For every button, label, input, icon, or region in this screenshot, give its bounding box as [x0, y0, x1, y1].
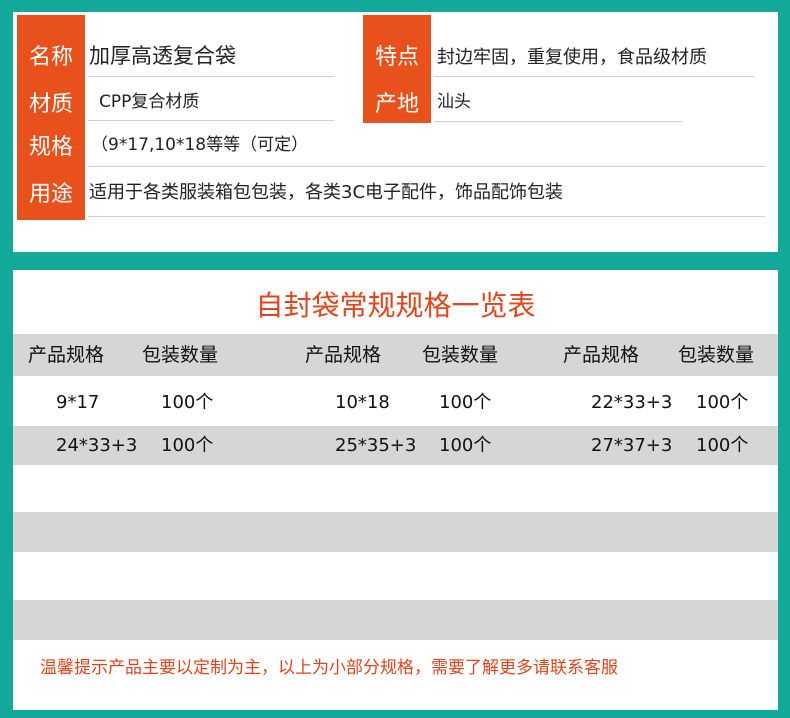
feature-rule: [434, 76, 754, 77]
origin-label: 产地: [375, 92, 420, 117]
usage-value: 适用于各类服装箱包包装，各类3C电子配件，饰品配饰包装: [89, 182, 564, 203]
empty-row: [13, 465, 778, 512]
usage-label: 用途: [29, 182, 74, 207]
material-rule: [88, 120, 334, 121]
row1-qty-3: 100个: [696, 392, 749, 413]
header-qty-2: 包装数量: [422, 344, 499, 366]
header-qty-1: 包装数量: [142, 344, 219, 366]
spec-table-panel: 自封袋常规规格一览表 产品规格 包装数量 产品规格 包装数量 产品规格 包装数量…: [13, 270, 778, 710]
spec-value: （9*17,10*18等等（可定）: [91, 135, 309, 155]
spec-rule: [88, 166, 765, 167]
product-info-panel: 名称 材质 规格 用途 加厚高透复合袋 CPP复合材质 （9*17,10*18等…: [13, 12, 778, 252]
row2-qty-2: 100个: [439, 435, 492, 456]
feature-value: 封边牢固，重复使用，食品级材质: [437, 47, 707, 68]
spec-label: 规格: [29, 135, 74, 160]
table-row: 9*17 100个 10*18 100个 22*33+3 100个: [13, 376, 778, 426]
name-rule: [88, 76, 334, 77]
feature-label: 特点: [375, 45, 420, 70]
row1-qty-2: 100个: [439, 392, 492, 413]
table-title: 自封袋常规规格一览表: [255, 289, 536, 322]
name-label: 名称: [29, 45, 74, 70]
header-qty-3: 包装数量: [678, 344, 755, 366]
row1-qty-1: 100个: [161, 392, 214, 413]
origin-value: 汕头: [437, 92, 471, 112]
usage-rule: [88, 216, 765, 217]
row1-spec-2: 10*18: [335, 392, 390, 413]
material-value: CPP复合材质: [99, 92, 200, 112]
empty-row: [13, 552, 778, 600]
table-header-row: 产品规格 包装数量 产品规格 包装数量 产品规格 包装数量: [13, 334, 778, 376]
origin-rule: [434, 121, 682, 122]
row2-spec-3: 27*37+3: [591, 435, 673, 456]
row2-spec-2: 25*35+3: [335, 435, 417, 456]
material-label: 材质: [29, 92, 74, 117]
name-value: 加厚高透复合袋: [89, 44, 236, 68]
header-spec-1: 产品规格: [28, 344, 105, 366]
empty-row: [13, 512, 778, 552]
row2-qty-3: 100个: [696, 435, 749, 456]
empty-row: [13, 600, 778, 640]
notice-text: 温馨提示产品主要以定制为主，以上为小部分规格，需要了解更多请联系客服: [40, 658, 618, 678]
row1-spec-3: 22*33+3: [591, 392, 673, 413]
header-spec-3: 产品规格: [563, 344, 640, 366]
label-column-left: 名称 材质 规格 用途: [17, 15, 85, 220]
table-row: 24*33+3 100个 25*35+3 100个 27*37+3 100个: [13, 426, 778, 465]
row2-qty-1: 100个: [161, 435, 214, 456]
row1-spec-1: 9*17: [56, 392, 100, 413]
row2-spec-1: 24*33+3: [56, 435, 138, 456]
header-spec-2: 产品规格: [305, 344, 382, 366]
label-column-right: 特点 产地: [363, 15, 431, 123]
